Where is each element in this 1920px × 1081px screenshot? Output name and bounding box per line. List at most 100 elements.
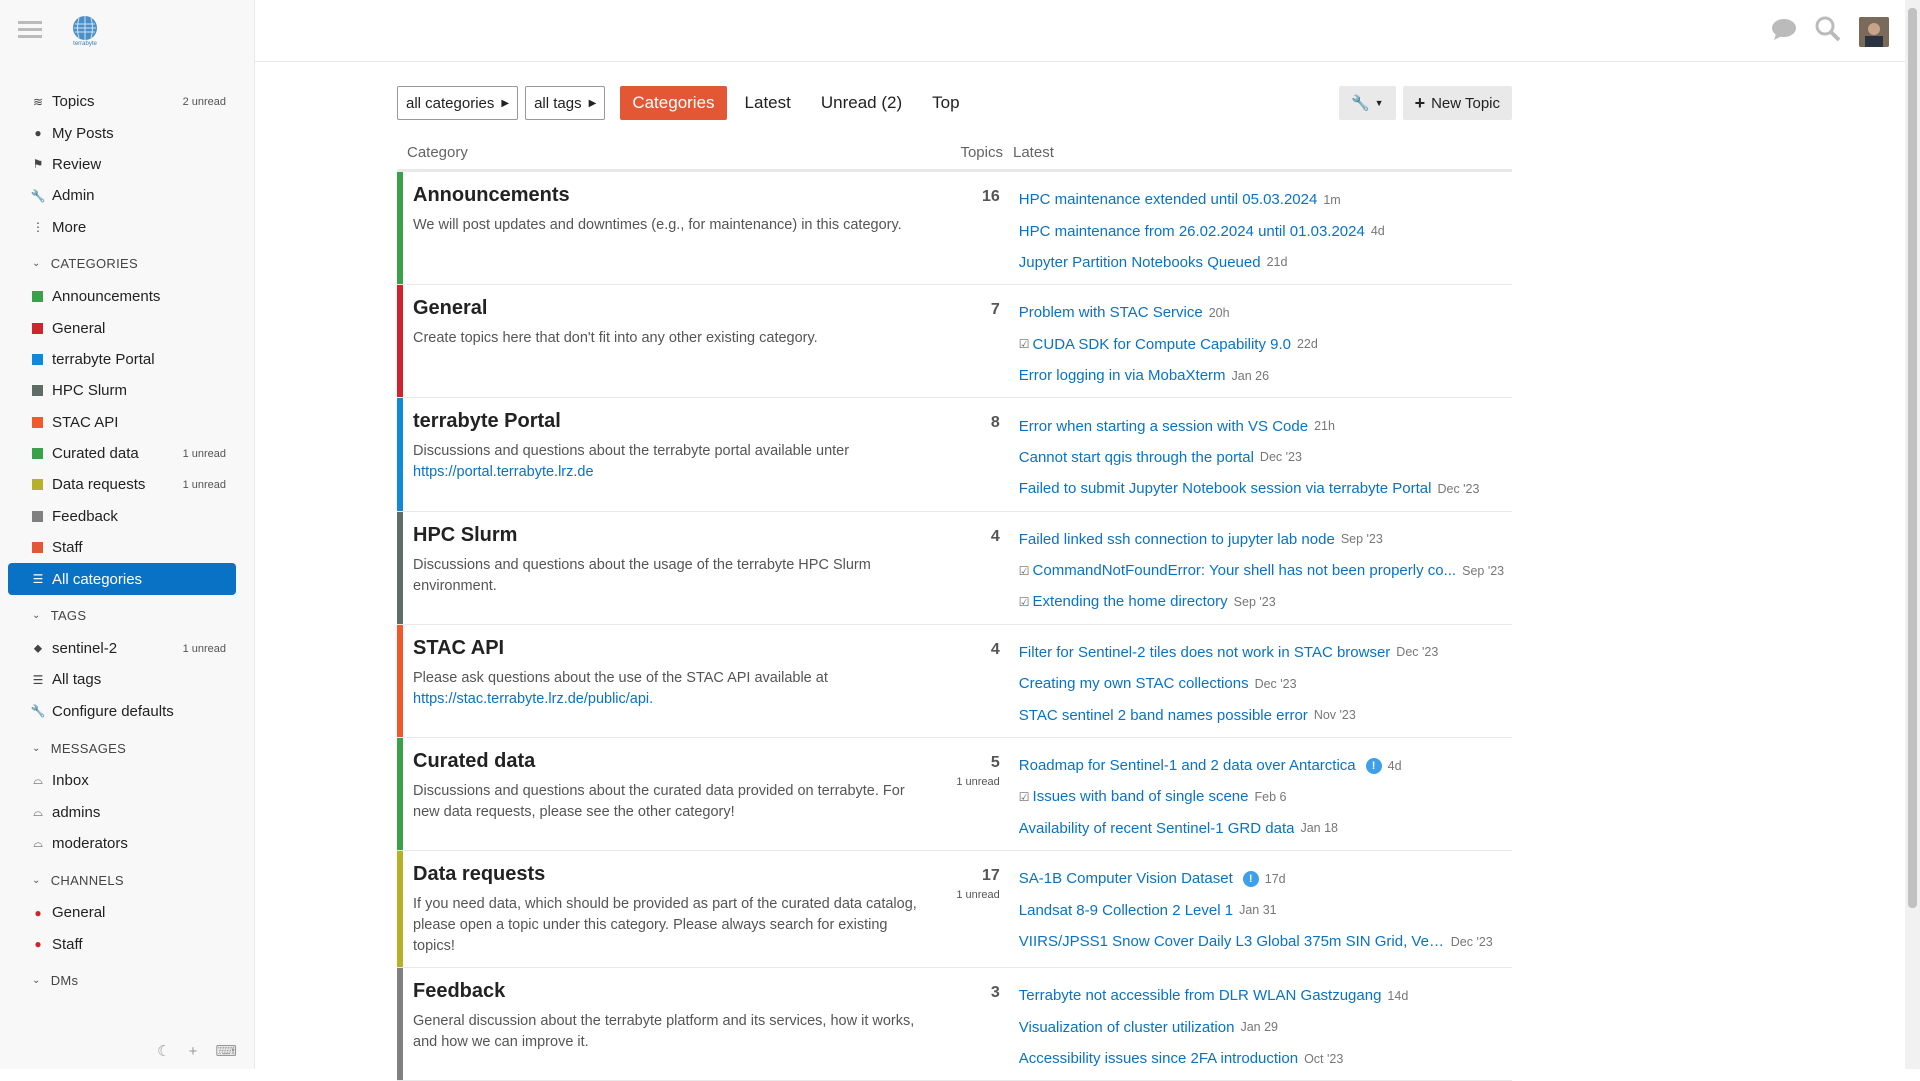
sidebar-item-general[interactable]: General: [8, 312, 236, 343]
category-name-link[interactable]: General: [413, 297, 920, 320]
scrollbar-thumb[interactable]: [1908, 8, 1917, 908]
tag-dropdown[interactable]: all tags ▶: [525, 86, 606, 120]
topic-age[interactable]: 4d: [1371, 224, 1385, 238]
topic-link[interactable]: Filter for Sentinel-2 tiles does not wor…: [1019, 644, 1391, 661]
topic-link[interactable]: Availability of recent Sentinel-1 GRD da…: [1019, 820, 1295, 837]
sidebar-item-admins[interactable]: ⌓ admins: [8, 796, 236, 827]
topic-age[interactable]: Jan 18: [1300, 821, 1338, 835]
sidebar-item-more[interactable]: ⋮ More: [8, 212, 236, 243]
sidebar-item-channel-general[interactable]: ● General: [8, 897, 236, 928]
topic-link[interactable]: HPC maintenance from 26.02.2024 until 01…: [1019, 223, 1365, 240]
new-topic-button[interactable]: + New Topic: [1402, 86, 1512, 120]
topic-age[interactable]: Feb 6: [1255, 790, 1287, 804]
sidebar-item-all-categories[interactable]: ☰ All categories: [8, 563, 236, 595]
add-icon[interactable]: +: [189, 1043, 198, 1060]
topic-age[interactable]: Dec '23: [1396, 645, 1438, 659]
topic-age[interactable]: 17d: [1265, 872, 1286, 886]
topic-age[interactable]: Jan 31: [1239, 903, 1277, 917]
sidebar-item-announcements[interactable]: Announcements: [8, 281, 236, 312]
topic-age[interactable]: 1m: [1323, 193, 1340, 207]
category-name-link[interactable]: terrabyte Portal: [413, 410, 920, 433]
sidebar-item-review[interactable]: ⚑ Review: [8, 149, 236, 180]
topic-link[interactable]: Landsat 8-9 Collection 2 Level 1: [1019, 902, 1233, 919]
description-link[interactable]: https://stac.terrabyte.lrz.de/public/api…: [413, 691, 653, 707]
topic-age[interactable]: Jan 26: [1232, 369, 1270, 383]
topic-age[interactable]: 14d: [1387, 989, 1408, 1003]
admin-tools-button[interactable]: 🔧 ▼: [1338, 86, 1396, 120]
topic-link[interactable]: Error logging in via MobaXterm: [1019, 367, 1226, 384]
sidebar-item-terrabyte-portal[interactable]: terrabyte Portal: [8, 344, 236, 375]
topic-link[interactable]: Extending the home directory: [1033, 593, 1228, 610]
topic-link[interactable]: Jupyter Partition Notebooks Queued: [1019, 254, 1261, 271]
tab-top[interactable]: Top: [920, 86, 971, 120]
topic-link[interactable]: Cannot start qgis through the portal: [1019, 449, 1254, 466]
topic-link[interactable]: Error when starting a session with VS Co…: [1019, 418, 1308, 435]
topic-age[interactable]: 4d: [1388, 759, 1402, 773]
topic-link[interactable]: Problem with STAC Service: [1019, 304, 1203, 321]
sidebar-item-stac-api[interactable]: STAC API: [8, 407, 236, 438]
chat-icon[interactable]: [1771, 18, 1797, 45]
topic-age[interactable]: Sep '23: [1341, 532, 1383, 546]
topic-age[interactable]: Sep '23: [1234, 595, 1276, 609]
tab-unread[interactable]: Unread (2): [809, 86, 914, 120]
topic-age[interactable]: Sep '23: [1462, 564, 1504, 578]
topic-link[interactable]: HPC maintenance extended until 05.03.202…: [1019, 191, 1318, 208]
topic-age[interactable]: Oct '23: [1304, 1052, 1343, 1066]
section-dms[interactable]: ⌄ DMs: [8, 964, 254, 998]
sidebar-item-inbox[interactable]: ⌓ Inbox: [8, 765, 236, 796]
topic-age[interactable]: Dec '23: [1437, 482, 1479, 496]
keyboard-icon[interactable]: ⌨: [215, 1042, 237, 1060]
sidebar-item-feedback[interactable]: Feedback: [8, 501, 236, 532]
sidebar-item-channel-staff[interactable]: ● Staff: [8, 929, 236, 960]
topic-link[interactable]: Visualization of cluster utilization: [1019, 1019, 1235, 1036]
user-avatar[interactable]: [1859, 16, 1889, 47]
section-tags[interactable]: ⌄ TAGS: [8, 599, 254, 633]
sidebar-item-hpc-slurm[interactable]: HPC Slurm: [8, 375, 236, 406]
topic-link[interactable]: Roadmap for Sentinel-1 and 2 data over A…: [1019, 757, 1356, 774]
category-name-link[interactable]: Announcements: [413, 184, 920, 207]
topic-link[interactable]: Failed linked ssh connection to jupyter …: [1019, 531, 1335, 548]
category-name-link[interactable]: Data requests: [413, 863, 920, 886]
scrollbar[interactable]: [1905, 0, 1920, 1069]
topic-link[interactable]: CUDA SDK for Compute Capability 9.0: [1033, 336, 1291, 353]
category-name-link[interactable]: HPC Slurm: [413, 524, 920, 547]
topic-age[interactable]: Dec '23: [1260, 450, 1302, 464]
column-header-topics[interactable]: Topics: [943, 144, 1003, 161]
topic-age[interactable]: 22d: [1297, 337, 1318, 351]
topic-link[interactable]: CommandNotFoundError: Your shell has not…: [1033, 562, 1457, 579]
tab-latest[interactable]: Latest: [733, 86, 803, 120]
sidebar-item-moderators[interactable]: ⌓ moderators: [8, 828, 236, 859]
site-logo[interactable]: terrabyte: [70, 15, 100, 47]
topic-link[interactable]: Issues with band of single scene: [1033, 788, 1249, 805]
topic-age[interactable]: Jan 29: [1240, 1020, 1278, 1034]
search-icon[interactable]: [1815, 16, 1841, 47]
sidebar-item-topics[interactable]: ≋ Topics 2 unread: [8, 86, 236, 117]
topic-age[interactable]: Dec '23: [1451, 935, 1493, 949]
topic-link[interactable]: Failed to submit Jupyter Notebook sessio…: [1019, 480, 1432, 497]
sidebar-item-data-requests[interactable]: Data requests 1 unread: [8, 469, 236, 500]
topic-age[interactable]: 21d: [1267, 255, 1288, 269]
dark-mode-icon[interactable]: ☾: [157, 1042, 170, 1060]
category-name-link[interactable]: Feedback: [413, 980, 920, 1003]
topic-age[interactable]: 20h: [1209, 306, 1230, 320]
topic-age[interactable]: Dec '23: [1255, 677, 1297, 691]
unread-count[interactable]: 1 unread: [930, 776, 999, 788]
sidebar-item-staff[interactable]: Staff: [8, 532, 236, 563]
topic-link[interactable]: Terrabyte not accessible from DLR WLAN G…: [1019, 987, 1382, 1004]
category-dropdown[interactable]: all categories ▶: [397, 86, 519, 120]
topic-link[interactable]: Creating my own STAC collections: [1019, 675, 1249, 692]
topic-link[interactable]: VIIRS/JPSS1 Snow Cover Daily L3 Global 3…: [1019, 933, 1445, 950]
topic-age[interactable]: Nov '23: [1314, 708, 1356, 722]
unread-count[interactable]: 1 unread: [930, 889, 999, 901]
section-channels[interactable]: ⌄ CHANNELS: [8, 863, 254, 897]
tab-categories[interactable]: Categories: [620, 86, 727, 120]
topic-link[interactable]: Accessibility issues since 2FA introduct…: [1019, 1050, 1298, 1067]
topic-age[interactable]: 21h: [1314, 419, 1335, 433]
sidebar-item-admin[interactable]: 🔧 Admin: [8, 180, 236, 211]
column-header-category[interactable]: Category: [397, 144, 943, 161]
hamburger-menu-icon[interactable]: [18, 19, 42, 44]
topic-link[interactable]: STAC sentinel 2 band names possible erro…: [1019, 707, 1308, 724]
section-messages[interactable]: ⌄ MESSAGES: [8, 731, 254, 765]
section-categories[interactable]: ⌄ CATEGORIES: [8, 247, 254, 281]
sidebar-item-all-tags[interactable]: ☰ All tags: [8, 664, 236, 695]
